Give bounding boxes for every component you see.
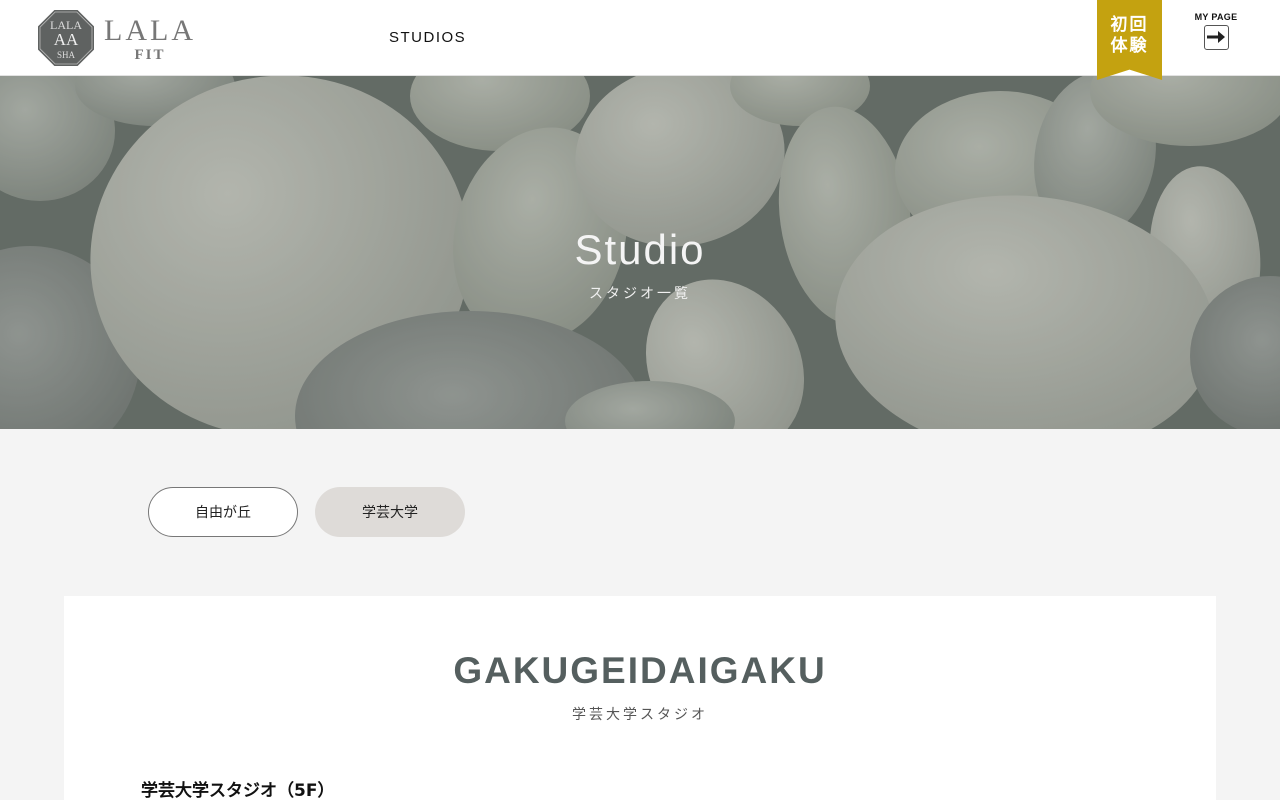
free-trial-button[interactable]: 初回 体験 <box>1097 0 1162 80</box>
hero-banner: Studio スタジオ一覧 <box>0 76 1280 429</box>
logo-main-text: LALA <box>104 13 196 47</box>
trial-label-line2: 体験 <box>1110 36 1149 56</box>
login-arrow-icon <box>1203 25 1229 50</box>
nav-studios-link[interactable]: STUDIOS <box>389 29 466 46</box>
studio-name-title: GAKUGEIDAIGAKU <box>453 650 827 691</box>
trial-label-line1: 初回 <box>1110 15 1149 35</box>
studio-detail-card: GAKUGEIDAIGAKU 学芸大学スタジオ 学芸大学スタジオ（5F） <box>64 596 1216 800</box>
logo-sub-text: FIT <box>134 46 166 63</box>
brand-logo[interactable]: LALA AA SHA LALA FIT <box>38 10 196 66</box>
studio-location-heading: 学芸大学スタジオ（5F） <box>141 781 335 800</box>
studio-tab-gakugeidaigaku[interactable]: 学芸大学 <box>315 487 465 537</box>
logo-badge-icon: LALA AA SHA <box>38 10 94 66</box>
site-header: LALA AA SHA LALA FIT STUDIOS 初回 体験 MY PA… <box>0 0 1280 80</box>
studio-tab-jiyugaoka[interactable]: 自由が丘 <box>148 487 298 537</box>
hero-subtitle: スタジオ一覧 <box>589 286 691 302</box>
studio-name-subtitle: 学芸大学スタジオ <box>572 707 708 723</box>
hero-title: Studio <box>574 226 706 273</box>
my-page-button[interactable]: MY PAGE <box>1190 12 1242 54</box>
logo-badge-line3: SHA <box>57 50 76 60</box>
logo-badge-line2: AA <box>54 30 79 49</box>
my-page-label: MY PAGE <box>1194 12 1238 22</box>
logo-wordmark: LALA FIT <box>104 14 196 63</box>
